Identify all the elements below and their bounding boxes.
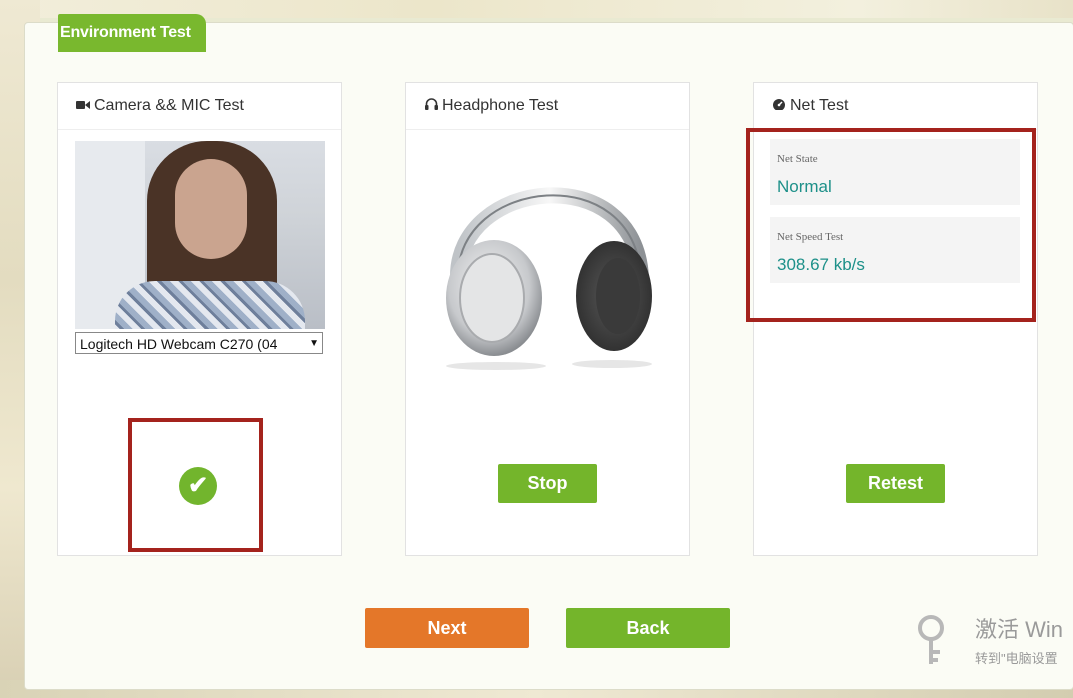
- key-icon: [918, 615, 944, 664]
- headphones-icon: [422, 83, 440, 129]
- net-card-title: Net Test: [790, 97, 849, 114]
- net-card-header: Net Test: [754, 83, 1037, 130]
- watermark-line-2: 转到"电脑设置: [975, 651, 1058, 666]
- camera-card-title: Camera && MIC Test: [94, 97, 244, 114]
- camera-device-value: Logitech HD Webcam C270 (04: [80, 336, 278, 352]
- webcam-preview: [75, 141, 325, 329]
- activation-watermark: 激活 Win 转到"电脑设置: [975, 612, 1073, 668]
- check-circle-icon: ✔: [179, 467, 217, 505]
- back-button[interactable]: Back: [566, 608, 730, 648]
- stop-button[interactable]: Stop: [498, 464, 597, 503]
- headphones-illustration: [446, 187, 652, 370]
- dropdown-arrow-icon: ▼: [309, 338, 319, 349]
- camera-card-header: Camera && MIC Test: [58, 83, 341, 130]
- tab-environment-test[interactable]: Environment Test: [58, 14, 206, 52]
- watermark-line-1: 激活 Win: [975, 617, 1064, 642]
- camera-device-select[interactable]: Logitech HD Webcam C270 (04 ▼: [75, 332, 323, 354]
- video-camera-icon: [74, 83, 92, 129]
- headphone-card: Headphone Test Stop: [405, 82, 690, 556]
- headphone-card-header: Headphone Test: [406, 83, 689, 130]
- dashboard-icon: [770, 83, 788, 129]
- next-button[interactable]: Next: [365, 608, 529, 648]
- headphone-card-title: Headphone Test: [442, 97, 559, 114]
- highlight-box-net-results: [746, 128, 1036, 322]
- retest-button[interactable]: Retest: [846, 464, 945, 503]
